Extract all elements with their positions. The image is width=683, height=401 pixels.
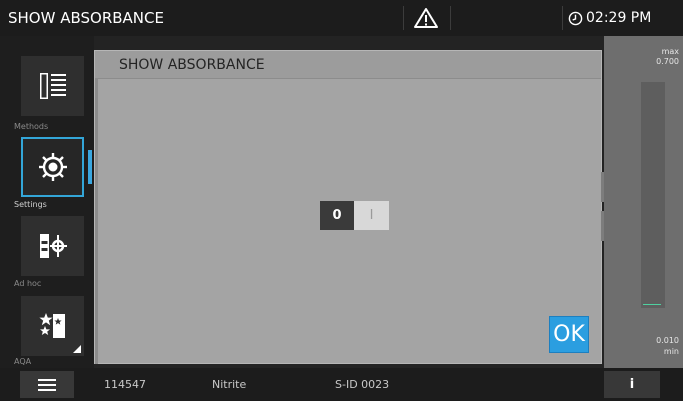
header-separator (403, 6, 404, 30)
absorbance-toggle[interactable]: 0 I (320, 201, 389, 230)
ad-hoc-measure-icon (39, 234, 67, 258)
sidebar-item-label: Ad hoc (14, 279, 42, 288)
sidebar-item-settings[interactable] (21, 137, 84, 197)
sidebar-item-label: Methods (14, 122, 49, 131)
page-title: SHOW ABSORBANCE (8, 9, 164, 27)
sidebar-item-aqa[interactable] (21, 296, 84, 356)
hamburger-menu-icon[interactable] (20, 371, 74, 398)
dialog-border (95, 79, 98, 364)
info-button[interactable]: i (604, 371, 660, 398)
sidebar-item-ad-hoc[interactable] (21, 216, 84, 276)
scale-bar (641, 82, 665, 308)
toggle-on-option[interactable]: I (354, 201, 389, 230)
clock-display: 02:29 PM (568, 0, 651, 36)
method-name: Nitrite (212, 378, 247, 391)
sidebar-item-label: AQA (14, 357, 32, 366)
time-text: 02:29 PM (586, 10, 652, 26)
clock-icon (568, 11, 583, 25)
scale-max-value: 0.700 (656, 57, 679, 66)
left-sidebar: Methods Settings Ad hoc AQA (0, 36, 94, 368)
sidebar-item-methods[interactable] (21, 56, 84, 116)
sample-id: S-ID 0023 (335, 378, 390, 391)
dialog-edge-tick (601, 211, 604, 241)
methods-list-icon (39, 73, 66, 99)
header-separator (450, 6, 451, 30)
header-separator (562, 6, 563, 30)
dialog-edge-tick (601, 172, 604, 202)
gear-icon (38, 153, 67, 181)
ok-button[interactable]: OK (549, 316, 589, 353)
aqa-stars-icon (38, 313, 65, 338)
corner-triangle-icon (73, 345, 81, 353)
scale-max-label: max (661, 47, 679, 56)
warning-triangle-icon[interactable] (413, 7, 439, 29)
absorbance-scale: max 0.700 0.010 min (604, 36, 683, 368)
scale-marker (643, 304, 661, 305)
sidebar-item-label: Settings (14, 200, 47, 209)
status-bar: 114547 Nitrite S-ID 0023 i (0, 368, 683, 401)
sample-number: 114547 (104, 378, 146, 391)
selection-indicator (88, 150, 92, 184)
dialog-title: SHOW ABSORBANCE (119, 57, 265, 73)
scale-min-label: min (663, 347, 679, 356)
scale-min-value: 0.010 (656, 336, 679, 345)
top-bar: SHOW ABSORBANCE 02:29 PM (0, 0, 683, 36)
show-absorbance-dialog: SHOW ABSORBANCE 0 I OK (94, 50, 604, 364)
toggle-off-option[interactable]: 0 (320, 201, 354, 230)
dialog-header: SHOW ABSORBANCE (95, 51, 601, 79)
